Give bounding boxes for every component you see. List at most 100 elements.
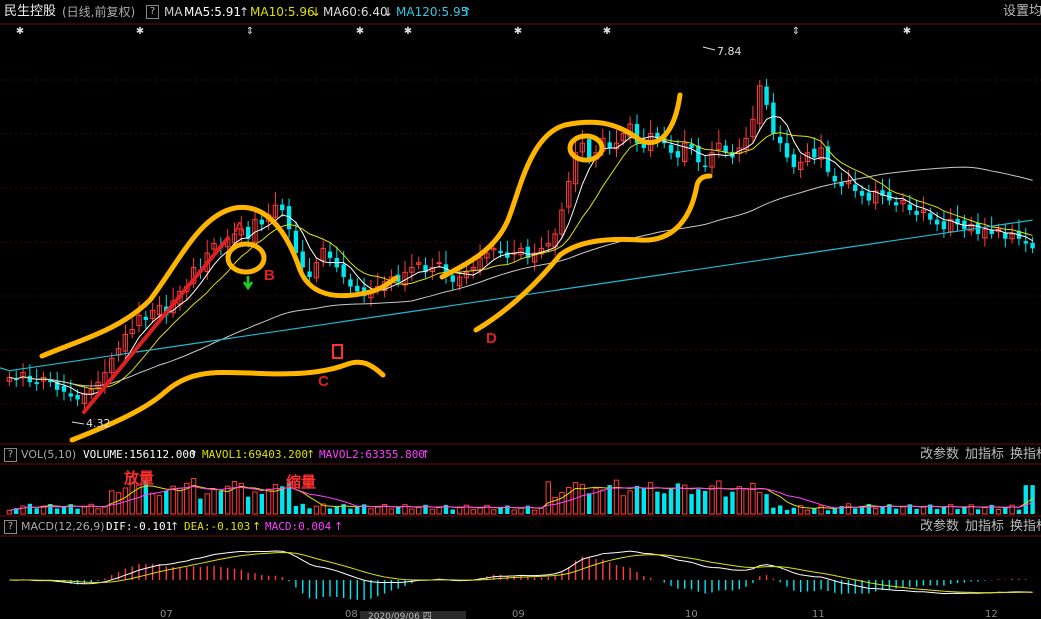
volume-params-button[interactable]: 改参数 [920, 446, 959, 464]
volume-bar-down [975, 509, 981, 514]
volume-bar-up [477, 506, 483, 515]
candle-down [791, 154, 797, 168]
candle-down [941, 221, 947, 230]
volume-bar-up [470, 509, 476, 515]
dea-line [9, 551, 1033, 594]
volume-bar-down [853, 508, 858, 514]
event-marker-icon: ✱ [136, 26, 144, 37]
volume-bar-down [607, 485, 612, 514]
candle-down [859, 190, 865, 196]
volume-bar-up [995, 508, 1002, 515]
candle-down [348, 279, 353, 287]
candle-down [893, 202, 899, 206]
candle-down [668, 144, 674, 153]
volume-bar-up [190, 478, 197, 515]
volume-bar-up [313, 505, 320, 515]
label-c: C [318, 373, 329, 390]
volume-bar-down [784, 509, 790, 514]
volume-bar-up [709, 485, 715, 515]
macd-switch-indicator-button[interactable]: 换指标 [1010, 518, 1041, 536]
volume-switch-indicator-button[interactable]: 换指标 [1010, 446, 1041, 464]
volume-bar-down [280, 486, 285, 514]
candle-down [27, 375, 33, 383]
volume-bar-up [920, 506, 927, 515]
mavol2-value: MAVOL2:63355.800 [319, 448, 425, 461]
volume-bar-up [545, 481, 551, 515]
volume-bar-up [531, 509, 538, 515]
volume-bar-down [293, 505, 299, 514]
volume-help-button[interactable]: ? [4, 448, 17, 462]
volume-bar-down [498, 507, 503, 514]
candle-down [61, 385, 67, 392]
volume-bar-up [750, 482, 756, 515]
volume-bar-down [812, 507, 817, 514]
candle-up [436, 262, 442, 265]
volume-bar-down [689, 494, 694, 514]
volume-bar-up [647, 482, 654, 515]
volume-bar-down [955, 509, 960, 514]
volume-bar-up [231, 480, 238, 515]
high-price-label: 7.84 [717, 45, 742, 58]
low-price-label: 4.32 [86, 417, 111, 430]
volume-bar-up [736, 486, 742, 515]
event-marker-icon: ✱ [903, 26, 911, 37]
volume-bar-up [388, 508, 395, 515]
date-tick-label: 07 [160, 609, 173, 619]
hand-drawn-annotations: A B C D 放量 缩量 7.84 4.32 [39, 45, 742, 491]
volume-bar-up [265, 488, 272, 515]
candle-down [675, 151, 681, 158]
macd-help-button[interactable]: ? [4, 520, 17, 534]
volume-bar-up [743, 487, 749, 515]
volume-bar-up [375, 506, 381, 515]
volume-bar-down [34, 508, 39, 514]
low-pointer-icon [71, 421, 85, 425]
volume-bar-down [825, 510, 831, 514]
annotation-curve-upper-left [39, 204, 399, 359]
candle-down [75, 394, 80, 400]
volume-bar-down [164, 490, 169, 514]
volume-bar-up [491, 509, 497, 515]
candle-down [587, 139, 592, 158]
volume-bar-down [75, 508, 80, 514]
volume-bar-up [177, 487, 183, 515]
mavol1-value: MAVOL1:69403.200 [202, 448, 308, 461]
candle-down [928, 213, 933, 220]
red-box-marker [332, 344, 343, 359]
candle-down [771, 102, 776, 134]
candle-down [907, 204, 913, 211]
candle-down [607, 142, 612, 148]
candle-down [1030, 242, 1035, 249]
volume-add-indicator-button[interactable]: 加指标 [965, 446, 1004, 464]
volume-bar-up [156, 495, 163, 515]
date-tick-label: 10 [685, 609, 698, 619]
label-b: B [264, 267, 275, 284]
volume-bar-down [1003, 507, 1008, 514]
volume-indicator-name: VOL(5,10) [21, 448, 77, 461]
volume-bar-down [259, 493, 264, 514]
volume-bar-up [982, 506, 988, 515]
macd-params-button[interactable]: 改参数 [920, 518, 959, 536]
date-tick-label: 08 [345, 609, 358, 619]
event-marker-icon: ✱ [356, 26, 364, 37]
event-marker-icon: ✱ [404, 26, 412, 37]
macd-value: MACD:0.004 [265, 520, 332, 533]
volume-bar-down [880, 506, 885, 514]
candle-down [764, 86, 769, 105]
event-marker-icon: ✱ [514, 26, 522, 37]
volume-bar-up [102, 506, 108, 515]
volume-bars [6, 478, 1035, 515]
volume-bar-down [634, 485, 640, 514]
volume-bar-down [54, 508, 60, 514]
macd-panel-header: ? MACD(12,26,9) DIF:-0.101 ↑ DEA:-0.103 … [0, 518, 1041, 536]
volume-bar-down [218, 490, 224, 514]
candle-down [34, 382, 39, 385]
volume-bar-down [198, 498, 203, 514]
event-markers: ✱ ✱ ⇕ ✱ ✱ ✱ ✱ ⇕ ✱ [16, 26, 911, 37]
candle-down [280, 204, 285, 211]
dea-value: DEA:-0.103 [184, 520, 251, 533]
macd-add-indicator-button[interactable]: 加指标 [965, 518, 1004, 536]
volume-bar-up [716, 480, 722, 515]
volume-bar-up [613, 479, 620, 515]
volume-bar-up [518, 507, 524, 515]
volume-bar-up [368, 508, 374, 515]
